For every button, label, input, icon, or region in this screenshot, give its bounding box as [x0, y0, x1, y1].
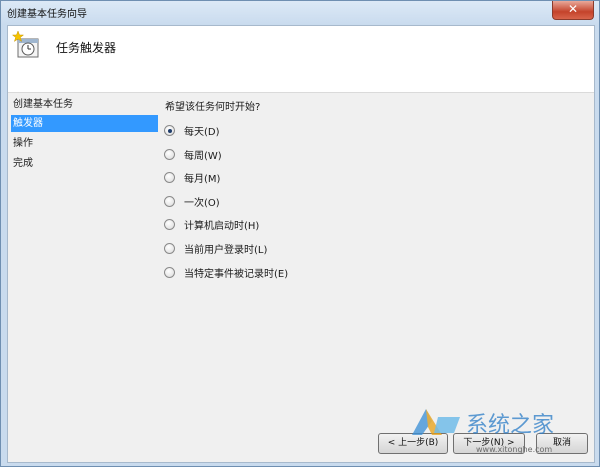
radio-option-daily[interactable]: 每天(D) [164, 123, 364, 139]
option-label[interactable]: 当特定事件被记录时(E) [184, 265, 288, 280]
trigger-prompt: 希望该任务何时开始? [165, 102, 261, 113]
radio-button-monthly[interactable] [164, 172, 175, 183]
radio-button-at-startup[interactable] [164, 219, 175, 230]
radio-button-daily[interactable] [164, 125, 175, 136]
option-label[interactable]: 每周(W) [184, 147, 222, 162]
wizard-header: 任务触发器 [8, 26, 594, 93]
option-label[interactable]: 每天(D) [184, 123, 220, 138]
sidebar-item-create-basic-task[interactable]: 创建基本任务 [11, 96, 158, 113]
radio-button-at-logon[interactable] [164, 243, 175, 254]
radio-option-at-logon[interactable]: 当前用户登录时(L) [164, 241, 364, 257]
radio-option-at-startup[interactable]: 计算机启动时(H) [164, 217, 364, 233]
sidebar-item-trigger[interactable]: 触发器 [11, 115, 158, 132]
option-label[interactable]: 计算机启动时(H) [184, 217, 259, 232]
radio-button-once[interactable] [164, 196, 175, 207]
watermark-logo: 系统之家 [412, 409, 554, 438]
sidebar-item-action[interactable]: 操作 [11, 135, 158, 152]
page-title: 任务触发器 [56, 41, 117, 55]
close-button[interactable]: ✕ [552, 1, 594, 20]
option-label[interactable]: 一次(O) [184, 194, 220, 209]
radio-option-monthly[interactable]: 每月(M) [164, 170, 364, 186]
wizard-steps-sidebar: 创建基本任务 触发器 操作 完成 [8, 92, 158, 212]
radio-option-on-event[interactable]: 当特定事件被记录时(E) [164, 265, 364, 281]
watermark-text: 系统之家 [466, 413, 554, 438]
radio-button-on-event[interactable] [164, 267, 175, 278]
radio-option-weekly[interactable]: 每周(W) [164, 147, 364, 163]
option-label[interactable]: 当前用户登录时(L) [184, 241, 267, 256]
wizard-window: 创建基本任务向导 ✕ 任务触发器 创建基本任务 触发器 操作 完成 希望该任务何… [0, 0, 600, 467]
radio-button-weekly[interactable] [164, 149, 175, 160]
radio-option-once[interactable]: 一次(O) [164, 194, 364, 210]
sidebar-item-finish[interactable]: 完成 [11, 155, 158, 172]
title-bar[interactable]: 创建基本任务向导 ✕ [1, 1, 599, 23]
wizard-client-area: 任务触发器 创建基本任务 触发器 操作 完成 希望该任务何时开始? 每天(D) … [7, 25, 595, 463]
option-label[interactable]: 每月(M) [184, 170, 220, 185]
scheduled-task-clock-icon [12, 30, 39, 58]
window-title: 创建基本任务向导 [7, 9, 87, 20]
watermark-url: www.xitonghe.com [476, 445, 553, 454]
